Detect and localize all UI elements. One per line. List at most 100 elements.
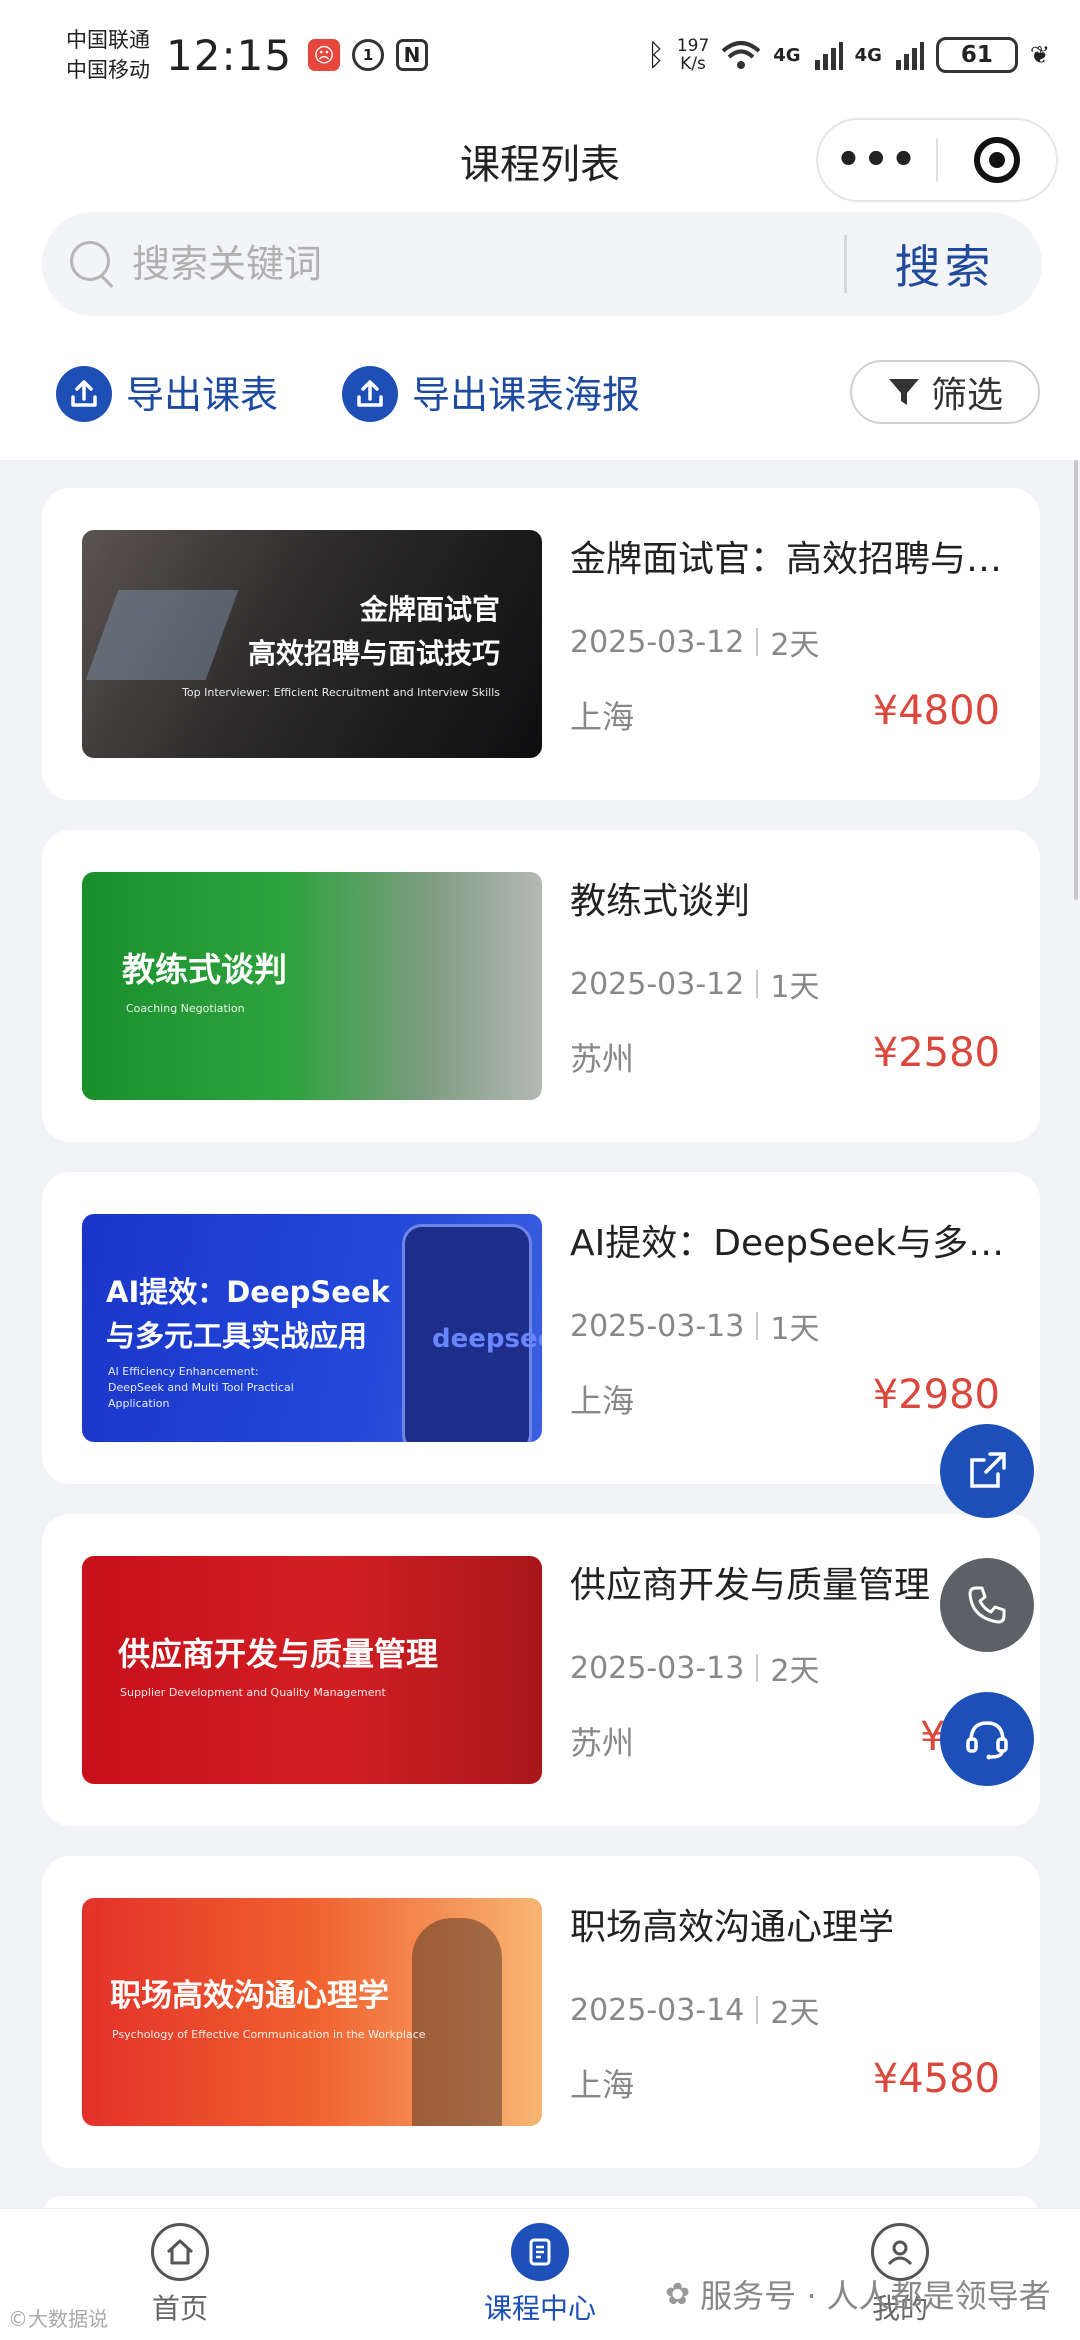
course-date: 2025-03-13 [570, 1308, 745, 1344]
hd-icon: 1 [352, 39, 385, 71]
upload-icon [56, 366, 112, 422]
deepseek-logo: deepseek [432, 1324, 542, 1354]
thumbnail-subtitle: Coaching Negotiation [126, 1002, 245, 1015]
course-thumbnail: 职场高效沟通心理学 Psychology of Effective Commun… [82, 1898, 542, 2126]
tab-home-label: 首页 [151, 2292, 208, 2325]
course-card[interactable]: 职场高效沟通心理学 Psychology of Effective Commun… [42, 1856, 1040, 2168]
course-duration: 2天 [770, 628, 820, 663]
thumbnail-title: 教练式谈判 [122, 950, 287, 989]
course-duration: 1天 [770, 1312, 820, 1347]
thumbnail-title: AI提效：DeepSeek 与多元工具实战应用 [106, 1270, 390, 1358]
action-bar: 导出课表 导出课表海报 筛选 [0, 330, 1080, 460]
course-thumbnail: 教练式谈判 Coaching Negotiation [82, 872, 542, 1100]
course-date: 2025-03-14 [570, 1992, 745, 2028]
thumbnail-subtitle: AI Efficiency Enhancement: DeepSeek and … [108, 1365, 294, 1410]
thumbnail-title: 供应商开发与质量管理 [118, 1635, 439, 1673]
thumbnail-line-2: 与多元工具实战应用 [106, 1319, 368, 1353]
course-card[interactable]: 教练式谈判 Coaching Negotiation 教练式谈判 2025-03… [42, 830, 1040, 1142]
watermark: ✿ 服务号 · 人人都是领导者 [665, 2271, 1051, 2317]
course-price: ¥2980 [872, 1372, 1000, 1418]
battery-icon: 61 [935, 37, 1018, 73]
course-card[interactable]: 供应商开发与质量管理 Supplier Development and Qual… [42, 1514, 1040, 1826]
leaf-icon: ❦ [1029, 41, 1050, 69]
course-thumbnail: 金牌面试官 高效招聘与面试技巧 Top Interviewer: Efficie… [82, 530, 542, 758]
search-input[interactable] [132, 229, 832, 299]
thumbnail-title: 金牌面试官 高效招聘与面试技巧 [248, 588, 500, 676]
export-schedule-button[interactable]: 导出课表 [56, 360, 278, 422]
mini-program-capsule: ••• [816, 118, 1058, 202]
export-poster-button[interactable]: 导出课表海报 [342, 360, 640, 422]
scrollbar[interactable] [1074, 460, 1078, 900]
share-button[interactable] [940, 1424, 1034, 1518]
course-price: ¥2580 [872, 1030, 1000, 1076]
course-card[interactable]: 金牌面试官 高效招聘与面试技巧 Top Interviewer: Efficie… [42, 488, 1040, 800]
course-title: 职场高效沟通心理学 [570, 1907, 895, 1948]
headset-icon [966, 1721, 1008, 1760]
carrier-1: 中国联通 [66, 28, 150, 52]
course-city: 上海 [570, 2066, 635, 2104]
course-city: 苏州 [570, 1724, 635, 1762]
nfc-icon: N [396, 39, 429, 71]
customer-service-button[interactable] [940, 1692, 1034, 1786]
signal-icon [895, 42, 924, 70]
thumbnail-line-2: 高效招聘与面试技巧 [247, 637, 500, 670]
phone-button[interactable] [940, 1558, 1034, 1652]
net-speed-unit: K/s [680, 54, 706, 74]
phone-icon [968, 1586, 1006, 1624]
course-thumbnail: 供应商开发与质量管理 Supplier Development and Qual… [82, 1556, 542, 1784]
export-poster-label: 导出课表海报 [412, 372, 641, 417]
thumbnail-title: 职场高效沟通心理学 [110, 1978, 389, 2014]
course-city: 上海 [570, 1382, 635, 1420]
course-date: 2025-03-12 [570, 966, 745, 1002]
filter-icon [888, 379, 919, 405]
search-icon [70, 241, 116, 287]
course-thumbnail: deepseek AI提效：DeepSeek 与多元工具实战应用 AI Effi… [82, 1214, 542, 1442]
more-button[interactable]: ••• [818, 130, 936, 190]
filter-label: 筛选 [930, 375, 1003, 416]
tab-courses-label: 课程中心 [483, 2292, 596, 2325]
target-icon [973, 137, 1020, 183]
net-speed: 197 K/s [677, 37, 709, 73]
wifi-icon [721, 41, 761, 69]
course-city: 苏州 [570, 1040, 635, 1078]
course-duration: 1天 [770, 970, 820, 1005]
export-schedule-label: 导出课表 [126, 372, 279, 417]
close-button[interactable] [938, 137, 1056, 183]
search-box: 搜索 [42, 212, 1042, 316]
thumbnail-subtitle: Top Interviewer: Efficient Recruitment a… [182, 686, 500, 699]
course-price: ¥4580 [872, 2056, 1000, 2102]
thumbnail-subtitle: Supplier Development and Quality Managem… [120, 1686, 386, 1699]
net-speed-value: 197 [676, 36, 710, 56]
course-title: 金牌面试官：高效招聘与面试技巧 [570, 539, 1010, 580]
status-time: 12:15 [166, 30, 293, 80]
course-meta: 2025-03-12 2天 [570, 620, 819, 664]
filter-button[interactable]: 筛选 [850, 360, 1040, 424]
thumbnail-line-1: AI提效：DeepSeek [106, 1275, 390, 1309]
battery-level: 61 [960, 42, 993, 68]
wechat-icon: ✿ [665, 2276, 691, 2312]
thumbnail-line-1: 金牌面试官 [359, 593, 500, 626]
app-notification-icon: ☹ [308, 39, 341, 71]
status-bar: 中国联通 中国移动 12:15 ☹ 1 N ᛒ 197 K/s 4G 4G 61… [0, 0, 1080, 110]
course-meta: 2025-03-12 1天 [570, 962, 819, 1006]
carrier-info: 中国联通 中国移动 [66, 25, 150, 85]
course-city: 上海 [570, 698, 635, 736]
course-meta: 2025-03-13 1天 [570, 1304, 819, 1348]
upload-icon [342, 366, 398, 422]
search-button[interactable]: 搜索 [847, 231, 1042, 297]
tab-home[interactable]: 首页 [80, 2209, 280, 2340]
watermark-text: 服务号 · 人人都是领导者 [700, 2277, 1051, 2315]
home-icon [151, 2223, 209, 2281]
course-date: 2025-03-13 [570, 1650, 745, 1686]
course-title: 教练式谈判 [570, 881, 751, 922]
course-duration: 2天 [770, 1996, 820, 2031]
tab-bar: 首页 课程中心 我的 ✿ 服务号 · 人人都是领导者 ©大数据说 [0, 2208, 1080, 2340]
course-meta: 2025-03-13 2天 [570, 1646, 819, 1690]
tab-courses[interactable]: 课程中心 [440, 2209, 640, 2340]
watermark-left: ©大数据说 [8, 2307, 108, 2331]
thumbnail-subtitle: Psychology of Effective Communication in… [112, 2028, 426, 2041]
signal-label-1: 4G [773, 44, 801, 66]
course-meta: 2025-03-14 2天 [570, 1988, 819, 2032]
course-title: AI提效：DeepSeek与多元工具实战应用 [570, 1223, 1010, 1264]
course-card[interactable]: deepseek AI提效：DeepSeek 与多元工具实战应用 AI Effi… [42, 1172, 1040, 1484]
